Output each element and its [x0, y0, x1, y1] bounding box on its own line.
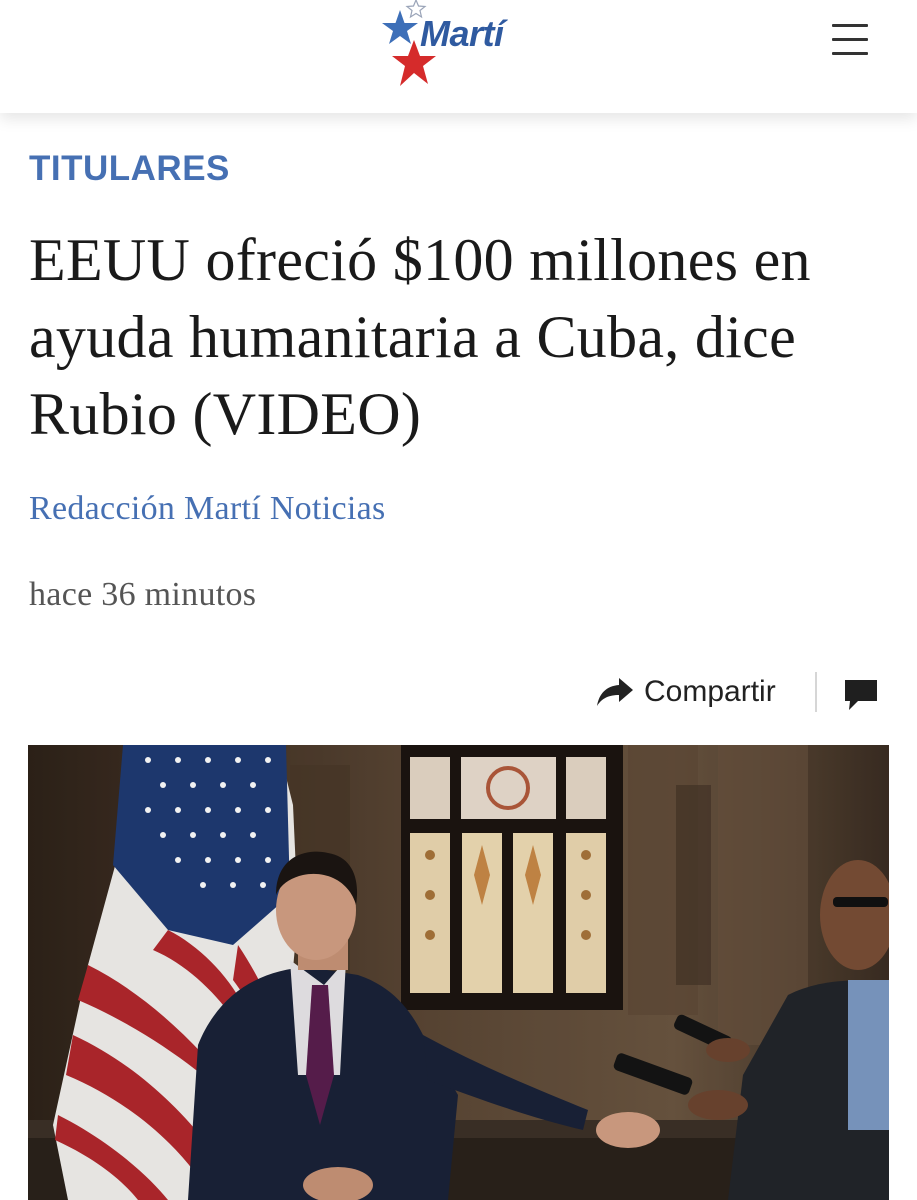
article-photo	[28, 745, 889, 1200]
logo-wordmark: Martí	[420, 13, 504, 54]
site-header: Martí	[0, 0, 917, 113]
publish-timestamp: hace 36 minutos	[29, 576, 257, 613]
author-link[interactable]: Redacción Martí Noticias	[29, 488, 386, 530]
hamburger-menu-icon[interactable]	[830, 20, 870, 60]
category-link[interactable]: TITULARES	[29, 148, 230, 190]
share-button[interactable]: Compartir	[596, 670, 776, 714]
comment-icon[interactable]	[842, 677, 880, 713]
share-arrow-icon	[597, 678, 633, 706]
marti-logo[interactable]: Martí	[374, 0, 534, 92]
article-headline: EEUU ofreció $100 millones en ayuda huma…	[29, 227, 811, 447]
share-label: Compartir	[644, 675, 776, 708]
share-divider	[815, 672, 817, 712]
